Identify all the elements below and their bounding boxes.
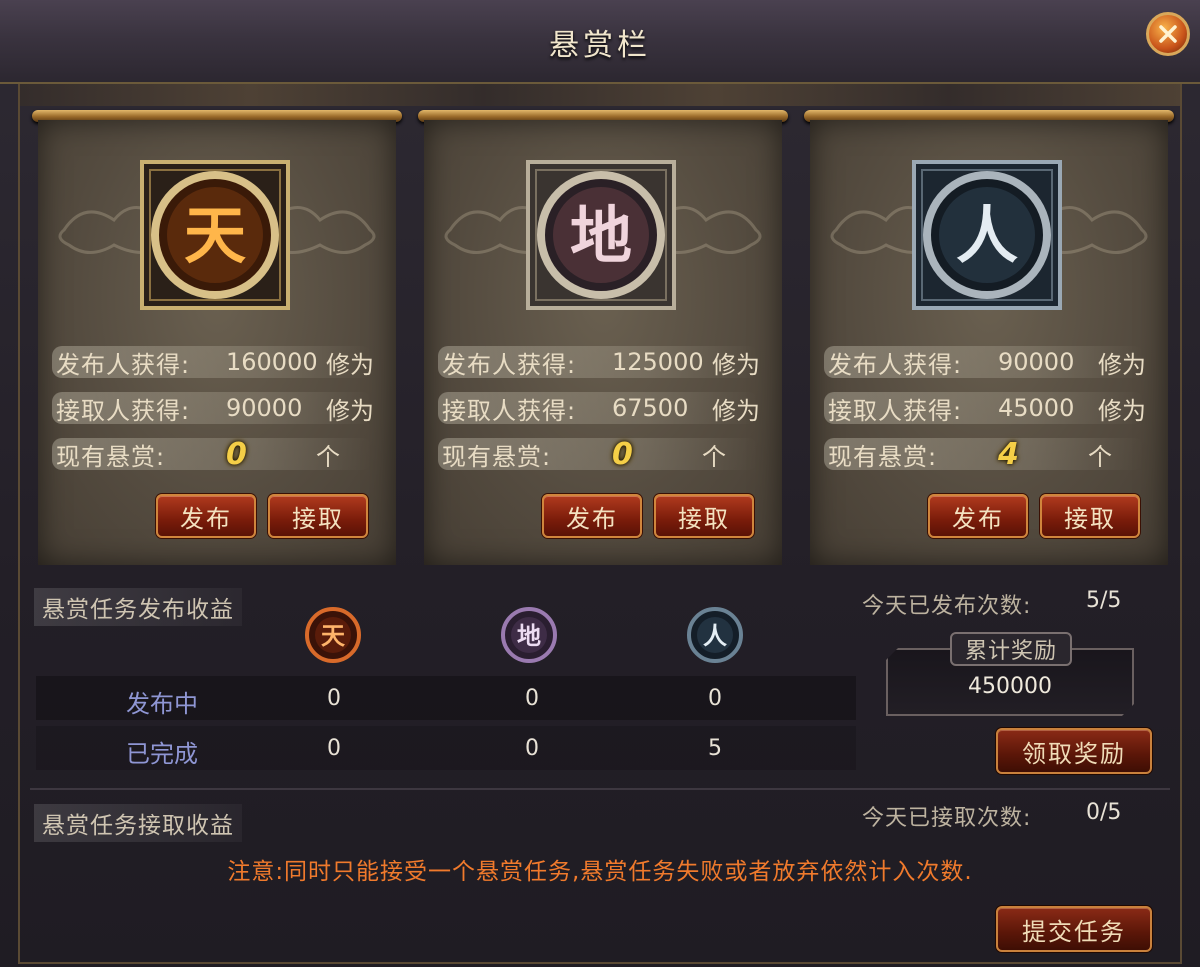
publishing-di-value: 0 xyxy=(525,686,539,711)
tian-emblem-icon: 天 xyxy=(140,160,290,310)
publisher-reward-value: 125000 xyxy=(612,348,704,376)
title-bar: 悬赏栏 xyxy=(0,0,1200,84)
current-bounty-label: 现有悬赏: xyxy=(56,442,166,471)
taker-reward-row: 接取人获得: 45000 修为 xyxy=(824,390,1154,426)
count-unit: 个 xyxy=(702,442,726,471)
reward-unit: 修为 xyxy=(712,350,760,379)
taker-reward-row: 接取人获得: 90000 修为 xyxy=(52,390,382,426)
ren-emblem-icon: 人 xyxy=(912,160,1062,310)
current-bounty-label: 现有悬赏: xyxy=(828,442,938,471)
completed-row-label: 已完成 xyxy=(126,740,198,768)
svg-text:人: 人 xyxy=(703,621,727,650)
svg-text:天: 天 xyxy=(321,621,345,650)
publisher-reward-value: 90000 xyxy=(998,348,1075,376)
publish-button[interactable]: 发布 xyxy=(928,494,1028,538)
current-bounty-row: 现有悬赏: 0 个 xyxy=(438,436,768,472)
taker-reward-value: 67500 xyxy=(612,394,689,422)
reward-unit: 修为 xyxy=(712,396,760,425)
di-emblem-icon: 地 xyxy=(526,160,676,310)
svg-text:人: 人 xyxy=(956,199,1018,272)
publish-section-title: 悬赏任务发布收益 xyxy=(34,588,242,626)
publishing-ren-value: 0 xyxy=(708,686,722,711)
completed-ren-value: 5 xyxy=(708,736,722,761)
cumulative-reward-value: 450000 xyxy=(968,674,1052,699)
svg-text:天: 天 xyxy=(184,199,246,272)
publisher-reward-row: 发布人获得: 125000 修为 xyxy=(438,344,768,380)
reward-unit: 修为 xyxy=(326,396,374,425)
taker-reward-row: 接取人获得: 67500 修为 xyxy=(438,390,768,426)
tian-mini-icon: 天 xyxy=(305,607,361,663)
bounty-window: 悬赏栏 天 发布人获得: 160000 修为 接取人获得: 90000 修为 现… xyxy=(0,0,1200,967)
current-bounty-label: 现有悬赏: xyxy=(442,442,552,471)
close-icon xyxy=(1159,25,1177,43)
publisher-reward-value: 160000 xyxy=(226,348,318,376)
taker-reward-label: 接取人获得: xyxy=(442,396,577,425)
svg-text:地: 地 xyxy=(517,621,541,650)
publisher-reward-label: 发布人获得: xyxy=(56,350,191,379)
today-published-value: 5/5 xyxy=(1086,588,1122,613)
current-bounty-count: 0 xyxy=(226,436,247,472)
bounty-card-di: 地 发布人获得: 125000 修为 接取人获得: 67500 修为 现有悬赏:… xyxy=(418,110,788,565)
section-divider xyxy=(30,788,1170,790)
submit-task-button[interactable]: 提交任务 xyxy=(996,906,1152,952)
accept-button[interactable]: 接取 xyxy=(654,494,754,538)
publisher-reward-row: 发布人获得: 90000 修为 xyxy=(824,344,1154,380)
svg-text:地: 地 xyxy=(570,199,632,272)
taker-reward-value: 45000 xyxy=(998,394,1075,422)
accept-button[interactable]: 接取 xyxy=(1040,494,1140,538)
publisher-reward-label: 发布人获得: xyxy=(828,350,963,379)
publisher-reward-row: 发布人获得: 160000 修为 xyxy=(52,344,382,380)
count-unit: 个 xyxy=(316,442,340,471)
notice-text: 注意:同时只能接受一个悬赏任务,悬赏任务失败或者放弃依然计入次数. xyxy=(227,859,973,885)
close-button[interactable] xyxy=(1146,12,1190,56)
taker-reward-label: 接取人获得: xyxy=(56,396,191,425)
ren-mini-icon: 人 xyxy=(687,607,743,663)
publisher-reward-label: 发布人获得: xyxy=(442,350,577,379)
bounty-card-ren: 人 发布人获得: 90000 修为 接取人获得: 45000 修为 现有悬赏: … xyxy=(804,110,1174,565)
current-bounty-row: 现有悬赏: 4 个 xyxy=(824,436,1154,472)
publishing-row-label: 发布中 xyxy=(126,690,198,718)
reward-unit: 修为 xyxy=(326,350,374,379)
today-accepted-label: 今天已接取次数: xyxy=(862,806,1032,831)
completed-di-value: 0 xyxy=(525,736,539,761)
current-bounty-row: 现有悬赏: 0 个 xyxy=(52,436,382,472)
completed-tian-value: 0 xyxy=(327,736,341,761)
cumulative-reward-label: 累计奖励 xyxy=(950,632,1072,666)
bounty-card-tian: 天 发布人获得: 160000 修为 接取人获得: 90000 修为 现有悬赏:… xyxy=(32,110,402,565)
taker-reward-value: 90000 xyxy=(226,394,303,422)
publish-button[interactable]: 发布 xyxy=(156,494,256,538)
today-published-label: 今天已发布次数: xyxy=(862,594,1032,619)
reward-unit: 修为 xyxy=(1098,350,1146,379)
current-bounty-count: 0 xyxy=(612,436,633,472)
today-accepted-value: 0/5 xyxy=(1086,800,1122,825)
accept-section-title: 悬赏任务接取收益 xyxy=(34,804,242,842)
count-unit: 个 xyxy=(1088,442,1112,471)
di-mini-icon: 地 xyxy=(501,607,557,663)
window-title: 悬赏栏 xyxy=(549,28,651,63)
accept-button[interactable]: 接取 xyxy=(268,494,368,538)
current-bounty-count: 4 xyxy=(998,436,1019,472)
claim-reward-button[interactable]: 领取奖励 xyxy=(996,728,1152,774)
reward-unit: 修为 xyxy=(1098,396,1146,425)
taker-reward-label: 接取人获得: xyxy=(828,396,963,425)
publish-button[interactable]: 发布 xyxy=(542,494,642,538)
publishing-tian-value: 0 xyxy=(327,686,341,711)
